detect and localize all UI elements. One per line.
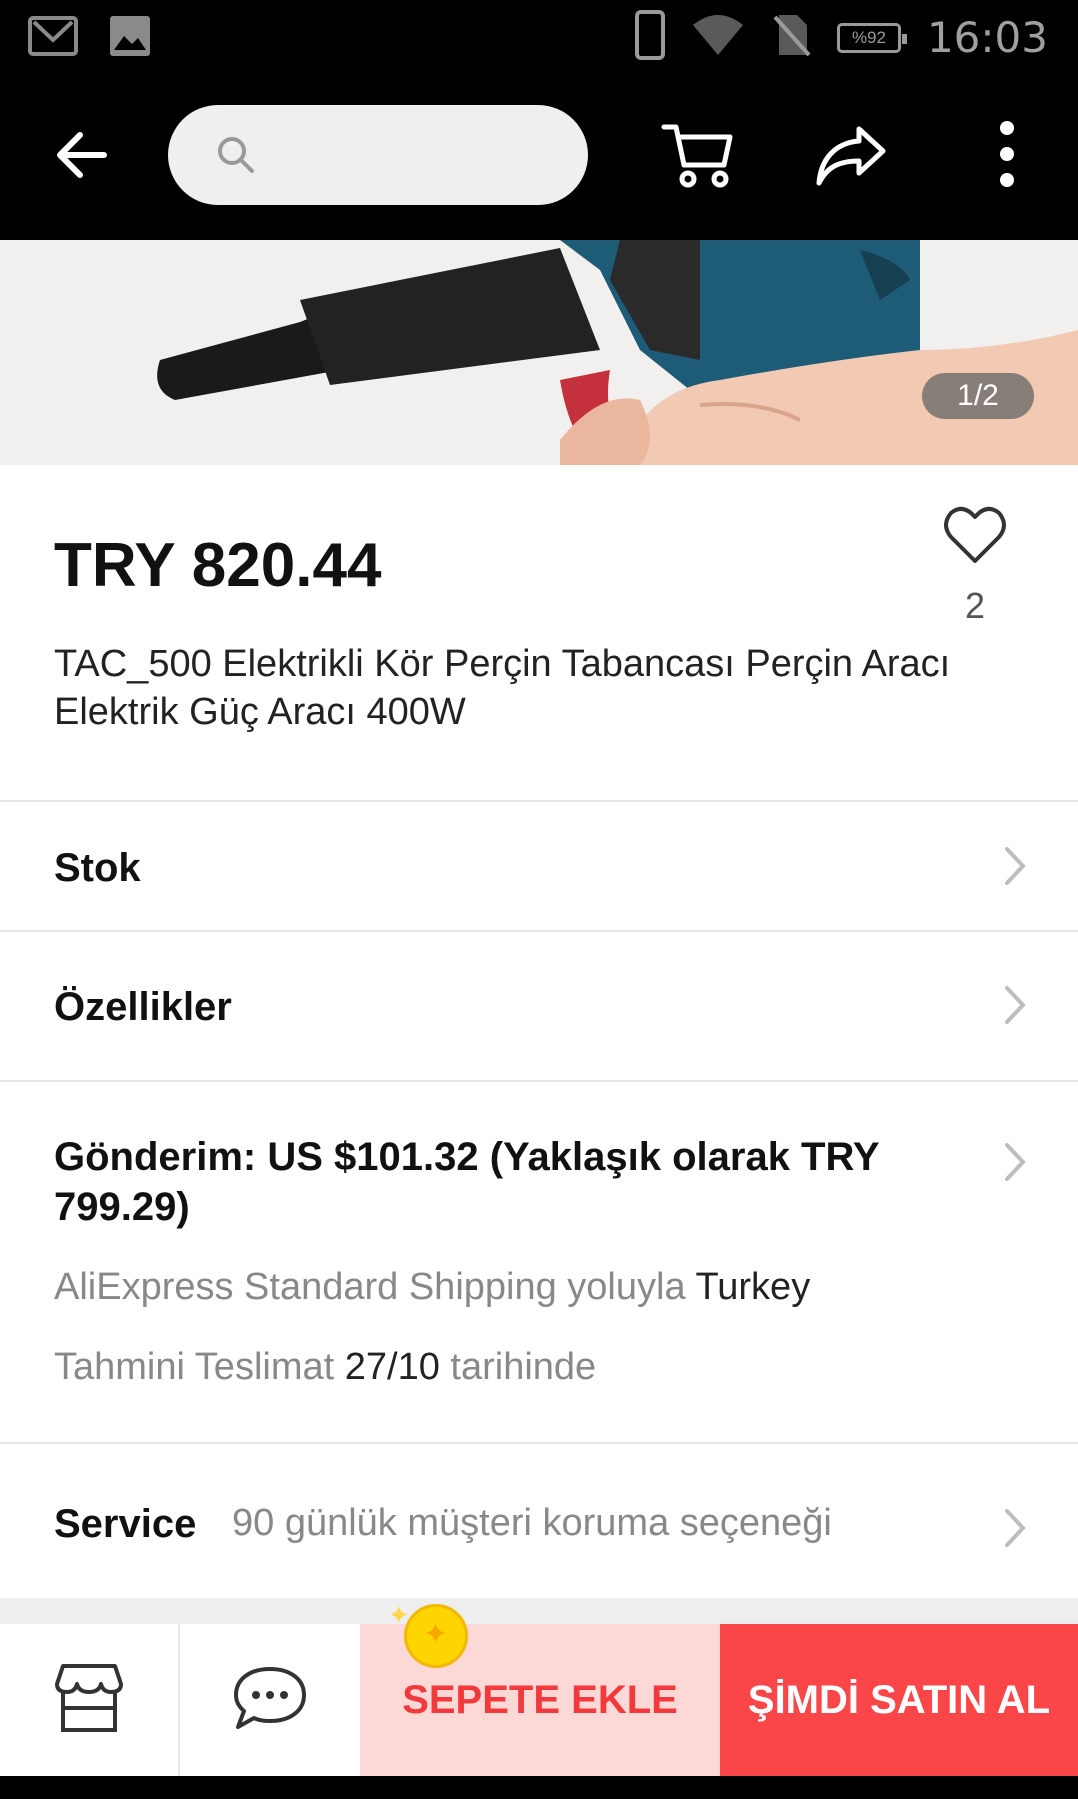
divider	[0, 1442, 1078, 1444]
phone-icon	[634, 10, 665, 65]
shipping-method-text: AliExpress Standard Shipping yoluyla	[54, 1266, 686, 1308]
chat-icon	[232, 1665, 308, 1736]
chevron-right-icon	[1004, 985, 1026, 1025]
product-title: TAC_500 Elektrikli Kör Perçin Tabancası …	[54, 643, 951, 733]
cart-icon[interactable]	[660, 119, 734, 196]
wishlist-count: 2	[964, 585, 986, 626]
delivery-suffix: tarihinde	[450, 1346, 597, 1388]
image-pager: 1/2	[922, 373, 1034, 419]
chat-button[interactable]	[180, 1624, 360, 1776]
features-label: Özellikler	[54, 985, 232, 1029]
search-icon	[216, 135, 256, 180]
delivery-prefix: Tahmini Teslimat	[54, 1346, 335, 1388]
section-separator	[0, 1598, 1078, 1624]
chevron-right-icon	[1004, 1142, 1026, 1182]
chevron-right-icon	[1004, 846, 1026, 886]
top-toolbar	[0, 75, 1078, 240]
battery-icon: %92	[836, 22, 907, 53]
delivery-date: 27/10	[344, 1346, 440, 1388]
coin-icon[interactable]	[404, 1604, 468, 1668]
product-detail: 1/2 TRY 820.44 2 TAC_500 Elektrikli Kör …	[0, 240, 1078, 1624]
wifi-icon	[691, 13, 745, 62]
status-bar: %92 16:03	[0, 0, 1078, 75]
divider	[0, 930, 1078, 932]
store-button[interactable]	[0, 1624, 180, 1776]
chevron-right-icon	[1004, 1508, 1026, 1548]
delivery-estimate: Tahmini Teslimat 27/10 tarihinde	[54, 1346, 596, 1389]
shipping-method: AliExpress Standard Shipping yoluyla Tur…	[54, 1266, 810, 1309]
clock: 16:03	[926, 13, 1048, 62]
product-image[interactable]: 1/2	[0, 240, 1078, 465]
service-label: Service	[54, 1502, 197, 1546]
heart-icon[interactable]	[940, 505, 1010, 570]
store-icon	[53, 1662, 125, 1739]
share-icon[interactable]	[815, 123, 887, 192]
shipping-destination: Turkey	[695, 1266, 811, 1308]
divider	[0, 800, 1078, 802]
back-arrow-icon[interactable]	[52, 125, 112, 185]
divider	[0, 1080, 1078, 1082]
shipping-title: Gönderim: US $101.32 (Yaklaşık olarak TR…	[54, 1135, 879, 1229]
service-description: 90 günlük müşteri koruma seçeneği	[232, 1502, 832, 1544]
more-vertical-icon[interactable]	[990, 117, 1026, 193]
product-price: TRY 820.44	[54, 531, 382, 600]
search-bar[interactable]	[168, 105, 588, 205]
buy-now-button[interactable]: ŞİMDİ SATIN AL	[720, 1624, 1078, 1776]
search-input[interactable]	[268, 125, 558, 185]
no-sim-icon	[771, 13, 811, 62]
stock-label: Stok	[54, 846, 141, 890]
image-icon	[108, 14, 152, 63]
mail-icon	[28, 14, 80, 63]
bottom-action-bar: SEPETE EKLE ŞİMDİ SATIN AL	[0, 1624, 1078, 1776]
